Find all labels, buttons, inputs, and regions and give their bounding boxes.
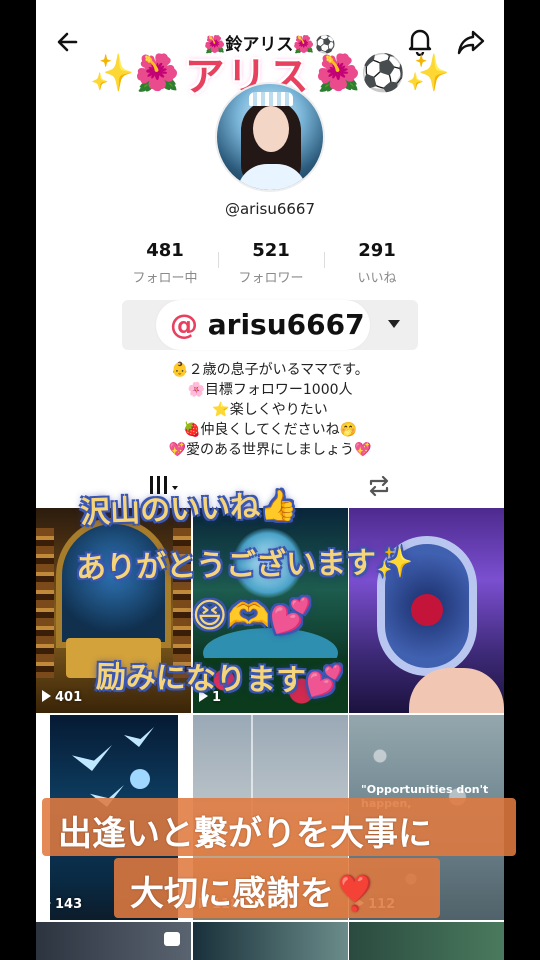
banner-decoration-right: 🌺⚽✨ xyxy=(315,53,451,94)
repost-tab-icon[interactable] xyxy=(366,474,392,498)
username-handle: @arisu6667 xyxy=(224,200,316,218)
view-count-value: 401 xyxy=(55,690,83,705)
bio-line: ⭐楽しくやりたい xyxy=(212,402,328,418)
bio-line: 🌸目標フォロワー1000人 xyxy=(187,382,353,398)
bio-line: 👶２歳の息子がいるママです。 xyxy=(171,362,369,378)
play-icon xyxy=(42,690,51,702)
overlay-emoji-line: 😆🫶💕 xyxy=(192,596,313,636)
overlay-text-line1: 沢山のいいね👍 xyxy=(79,488,299,531)
profile-button-name: arisu6667 xyxy=(207,308,365,341)
overlay-text-line4: 励みになります💕 xyxy=(95,659,344,700)
chevron-down-icon[interactable] xyxy=(388,320,400,328)
view-count: 401 xyxy=(42,690,82,705)
stat-label: いいね xyxy=(357,271,397,286)
stat-following[interactable]: 481 フォロー中 xyxy=(110,240,220,286)
profile-action-button[interactable]: @ arisu6667 xyxy=(122,300,418,350)
video-thumbnail[interactable] xyxy=(349,922,504,960)
video-thumbnail[interactable] xyxy=(193,922,348,960)
stat-value: 291 xyxy=(358,240,396,261)
bio-line: 🍓仲良くしてくださいね🤭 xyxy=(182,422,358,438)
caption-line2: 大切に感謝を❣️ xyxy=(130,874,377,914)
stat-label: フォロワー xyxy=(238,271,304,286)
bio-line: 💖愛のある世界にしましょう💖 xyxy=(168,442,372,458)
stat-value: 481 xyxy=(146,240,184,261)
caption-line1: 出逢いと繋がりを大事に xyxy=(58,814,432,854)
avatar[interactable] xyxy=(215,82,325,192)
overlay-text-line2: ありがとうございます✨ xyxy=(75,545,414,586)
stat-likes[interactable]: 291 いいね xyxy=(322,240,432,286)
at-symbol: @ xyxy=(170,308,198,341)
view-count-value: 143 xyxy=(55,897,83,912)
bio: 👶２歳の息子がいるママです。 🌸目標フォロワー1000人 ⭐楽しくやりたい 🍓仲… xyxy=(36,360,504,460)
profile-button-label: @ arisu6667 xyxy=(170,308,365,341)
camera-icon xyxy=(164,932,180,946)
profile-stats: 481 フォロー中 521 フォロワー 291 いいね xyxy=(36,240,504,290)
play-icon xyxy=(42,897,51,909)
banner-decoration-left: ✨🌺 xyxy=(89,53,180,94)
stat-followers[interactable]: 521 フォロワー xyxy=(216,240,326,286)
stat-label: フォロー中 xyxy=(132,271,198,286)
stat-value: 521 xyxy=(252,240,290,261)
view-count: 143 xyxy=(42,897,82,912)
